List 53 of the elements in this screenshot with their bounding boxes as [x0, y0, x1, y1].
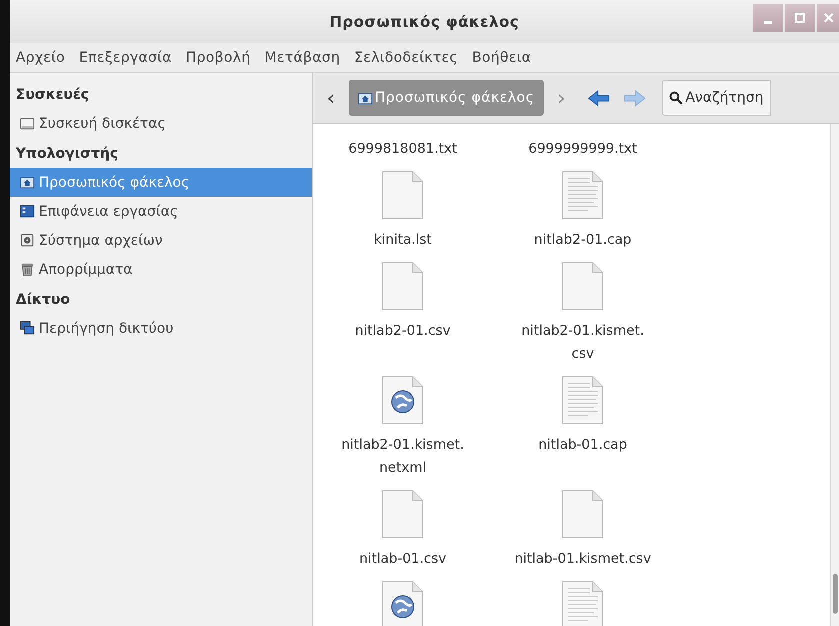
blank-file-icon[interactable]	[381, 490, 425, 540]
sidebar-item[interactable]: Επιφάνεια εργασίας	[10, 197, 312, 226]
file-name[interactable]: nitlab2-01.kismet. netxml	[342, 434, 464, 480]
file-name[interactable]: nitlab2-01.csv	[355, 320, 451, 343]
previous-crumb-button[interactable]: ‹	[319, 86, 343, 110]
maximize-button[interactable]	[785, 4, 815, 32]
blank-file-icon[interactable]	[381, 262, 425, 312]
search-button[interactable]: Αναζήτηση	[662, 80, 771, 116]
maximize-icon	[794, 12, 806, 24]
file-name[interactable]: kinita.lst	[374, 229, 432, 252]
file-name[interactable]: nitlab-01.cap	[538, 434, 628, 457]
sidebar-item[interactable]: Συσκευή δισκέτας	[10, 109, 312, 138]
menu-item[interactable]: Αρχείο	[16, 50, 66, 66]
section-heading: Συσκευές	[15, 86, 90, 105]
minimize-icon	[764, 20, 772, 24]
window-title: Προσωπικός φάκελος	[330, 12, 520, 30]
search-icon	[668, 91, 683, 105]
desktop-icon	[20, 204, 35, 219]
blank-file-icon[interactable]	[381, 171, 425, 221]
menu-item[interactable]: Προβολή	[186, 50, 251, 66]
file-name[interactable]: nitlab-01.kismet.csv	[514, 548, 652, 571]
close-icon	[823, 12, 835, 24]
file-name[interactable]: nitlab-01.csv	[360, 548, 446, 571]
forward-arrow-icon[interactable]	[624, 88, 646, 108]
minimize-button[interactable]	[753, 4, 783, 32]
sidebar-item[interactable]: Απορρίμματα	[10, 255, 312, 284]
menu-item[interactable]: Επεξεργασία	[79, 50, 172, 66]
menu-item[interactable]: Μετάβαση	[264, 50, 340, 66]
network-computers-icon	[20, 321, 35, 336]
menu-item[interactable]: Βοήθεια	[472, 50, 532, 66]
text-file-icon[interactable]	[561, 171, 605, 221]
drive-icon	[20, 116, 35, 131]
close-button[interactable]	[817, 4, 839, 32]
menu-item[interactable]: Σελιδοδείκτες	[354, 50, 458, 66]
home-folder-icon	[20, 175, 35, 190]
file-name[interactable]: 6999999999.txt	[528, 138, 638, 161]
section-heading: Υπολογιστής	[15, 145, 120, 164]
file-name[interactable]: 6999818081.txt	[348, 138, 458, 161]
home-folder-icon	[358, 90, 373, 106]
text-file-icon[interactable]	[561, 376, 605, 426]
web-file-icon[interactable]	[381, 376, 425, 426]
blank-file-icon[interactable]	[561, 262, 605, 312]
trash-icon	[20, 262, 35, 277]
file-name[interactable]: nitlab2-01.cap	[534, 229, 632, 252]
file-name[interactable]: nitlab2-01.kismet. csv	[522, 320, 644, 366]
scrollbar-thumb[interactable]	[833, 574, 838, 614]
sidebar-item[interactable]: Σύστημα αρχείων	[10, 226, 312, 255]
text-file-icon[interactable]	[561, 581, 605, 626]
back-arrow-icon[interactable]	[588, 88, 610, 108]
sidebar-item[interactable]: Περιήγηση δικτύου	[10, 314, 312, 343]
blank-file-icon[interactable]	[561, 490, 605, 540]
section-heading: Δίκτυο	[15, 291, 72, 310]
web-file-icon[interactable]	[381, 581, 425, 626]
